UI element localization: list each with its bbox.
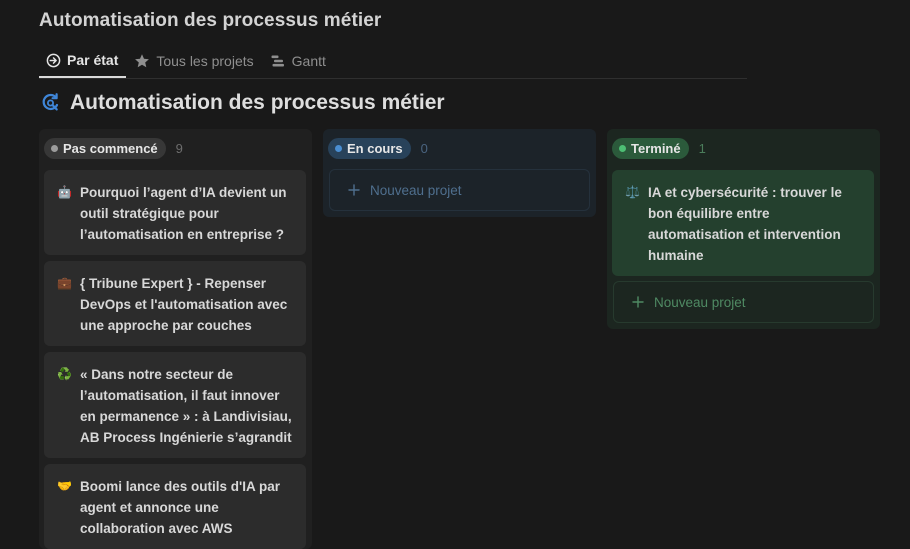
status-dot [335,144,342,152]
handshake-icon: 🤝 [57,479,72,493]
tab-gantt[interactable]: Gantt [262,44,334,78]
card-title: « Dans notre secteur de l’automatisation… [80,367,292,445]
column-en-cours: En cours 0 Nouveau projet [323,129,596,217]
card-title: Pourquoi l’agent d’IA devient un outil s… [80,185,287,242]
tab-tous-les-projets[interactable]: Tous les projets [126,44,261,78]
tab-label: Par état [67,52,119,68]
refresh-search-icon [42,93,59,111]
status-dot [619,144,626,152]
column-count: 0 [420,140,428,156]
column-termine: Terminé 1 ⚖️ IA et cybersécurité : trouv… [607,129,880,329]
status-badge: Pas commencé [44,137,166,159]
column-count: 1 [698,140,706,156]
tab-label: Gantt [291,53,326,69]
status-label: Pas commencé [63,140,158,156]
board-title: Automatisation des processus métier [41,91,445,115]
view-tabs: Par état Tous les projets Gantt [39,44,747,79]
tab-par-etat[interactable]: Par état [39,44,127,78]
new-project-label: Nouveau projet [654,294,746,310]
column-count: 9 [175,140,183,156]
column-pas-commence: Pas commencé 9 🤖 Pourquoi l’agent d’IA d… [39,129,312,549]
page-title: Automatisation des processus métier [39,10,382,31]
scales-icon: ⚖️ [625,185,640,199]
card-title: Boomi lance des outils d'IA par agent et… [80,479,280,536]
new-project-button[interactable]: Nouveau projet [613,281,874,323]
status-badge: Terminé [612,137,689,159]
arrow-circle-icon [46,53,61,67]
robot-icon: 🤖 [57,185,72,199]
new-project-button[interactable]: Nouveau projet [329,169,590,211]
column-header: En cours 0 [323,129,596,167]
star-icon [135,54,150,68]
plus-icon [348,184,360,196]
tab-label: Tous les projets [156,53,254,69]
column-header: Terminé 1 [607,129,880,167]
card-title: IA et cybersécurité : trouver le bon équ… [648,185,842,263]
plus-icon [632,296,644,308]
status-label: En cours [347,140,403,156]
recycle-icon: ♻️ [57,367,72,381]
project-card[interactable]: 💼 { Tribune Expert } - Repenser DevOps e… [44,261,306,346]
status-label: Terminé [631,140,681,156]
project-card[interactable]: ⚖️ IA et cybersécurité : trouver le bon … [612,170,874,276]
board-title-text: Automatisation des processus métier [70,91,445,114]
status-badge: En cours [328,137,411,159]
gantt-icon [271,55,284,67]
status-dot [51,144,58,152]
project-card[interactable]: 🤝 Boomi lance des outils d'IA par agent … [44,464,306,549]
project-card[interactable]: 🤖 Pourquoi l’agent d’IA devient un outil… [44,170,306,255]
column-header: Pas commencé 9 [39,129,312,167]
new-project-label: Nouveau projet [370,182,462,198]
card-title: { Tribune Expert } - Repenser DevOps et … [80,276,288,333]
briefcase-icon: 💼 [57,276,72,290]
project-card[interactable]: ♻️ « Dans notre secteur de l’automatisat… [44,352,306,458]
